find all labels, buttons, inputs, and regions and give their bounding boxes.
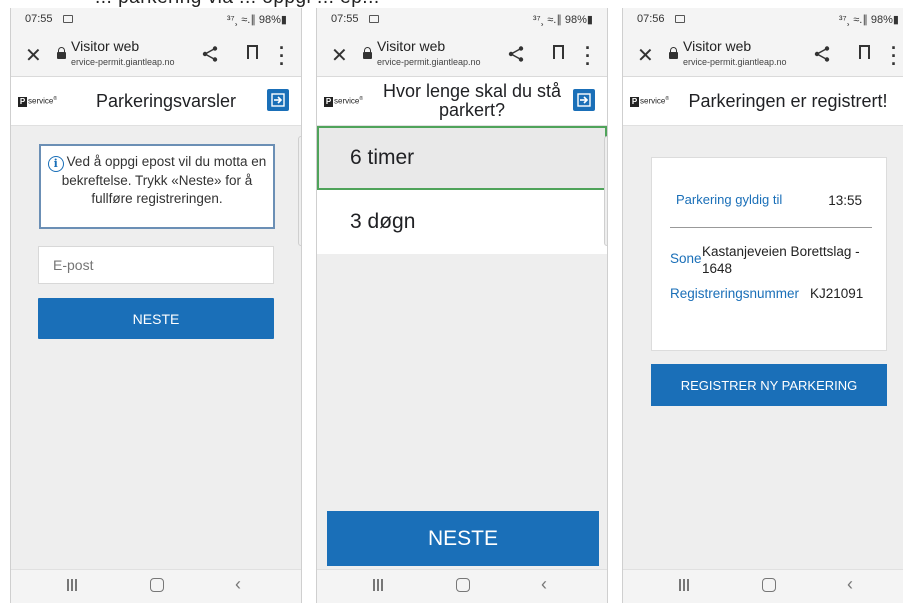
status-bar: 07:55 ³⁷¸ ≈.∥ 98%▮ (317, 8, 607, 32)
home-icon[interactable] (762, 578, 776, 592)
recent-apps-icon[interactable] (67, 579, 77, 591)
lock-icon (669, 47, 678, 59)
logout-button[interactable] (267, 89, 289, 111)
browser-title: Visitor web (683, 38, 752, 54)
status-time: 07:56 (637, 13, 665, 25)
register-new-parking-button[interactable]: REGISTRER NY PARKERING (651, 364, 887, 406)
pservice-logo: Pservice® (18, 96, 58, 107)
status-signal: ³⁷¸ ≈.∥ 98%▮ (838, 14, 899, 26)
page-title: Parkeringsvarsler (95, 90, 237, 111)
status-time: 07:55 (331, 13, 359, 25)
browser-url[interactable]: ervice-permit.giantleap.no (377, 57, 497, 67)
app-header: Pservice® Parkeringen er registrert! (623, 77, 903, 126)
browser-title: Visitor web (377, 38, 446, 54)
bookmark-icon[interactable] (247, 45, 258, 64)
browser-url[interactable]: ervice-permit.giantleap.no (683, 57, 803, 67)
parking-summary-card: Parkering gyldig til 13:55 Sone Kastanje… (651, 157, 887, 351)
app-header: Pservice® Parkeringsvarsler (11, 77, 301, 126)
share-icon[interactable] (507, 45, 525, 68)
next-button[interactable]: NESTE (38, 298, 274, 339)
status-bar: 07:55 ³⁷¸ ≈.∥ 98%▮ (11, 8, 301, 32)
image-notification-icon (63, 15, 73, 23)
back-icon[interactable]: ‹ (847, 574, 853, 595)
pservice-logo: Pservice® (324, 96, 364, 107)
zone-label: Sone (670, 251, 702, 266)
close-icon[interactable]: ✕ (331, 43, 348, 68)
registration-label: Registreringsnummer (670, 286, 800, 301)
divider (670, 227, 872, 228)
recent-apps-icon[interactable] (373, 579, 383, 591)
bookmark-icon[interactable] (553, 45, 564, 64)
status-time: 07:55 (25, 13, 53, 25)
info-icon: i (47, 156, 64, 172)
back-icon[interactable]: ‹ (235, 574, 241, 595)
share-icon[interactable] (813, 45, 831, 68)
phone-screen-1: 07:55 ³⁷¸ ≈.∥ 98%▮ ✕ Visitor web ervice-… (10, 8, 302, 603)
page-content: 6 timer 3 døgn NESTE (317, 126, 607, 571)
registration-value: KJ21091 (810, 286, 864, 301)
more-vert-icon[interactable]: · · · (891, 39, 897, 73)
info-box: i Ved å oppgi epost vil du motta en bekre… (39, 144, 275, 229)
status-signal: ³⁷¸ ≈.∥ 98%▮ (226, 14, 287, 26)
logout-icon (271, 93, 285, 107)
share-icon[interactable] (201, 45, 219, 68)
android-nav-bar: ‹ (317, 569, 607, 603)
image-notification-icon (369, 15, 379, 23)
duration-option-3-dogn[interactable]: 3 døgn (317, 190, 607, 254)
email-field[interactable] (38, 246, 274, 284)
android-nav-bar: ‹ (11, 569, 301, 603)
status-bar: 07:56 ³⁷¸ ≈.∥ 98%▮ (623, 8, 903, 32)
top-caption: ... parkering via ... oppgi ... ep... (0, 0, 903, 8)
home-icon[interactable] (150, 578, 164, 592)
phone-screen-2: 07:55 ³⁷¸ ≈.∥ 98%▮ ✕ Visitor web ervice-… (316, 8, 608, 603)
phone-screen-3: 07:56 ³⁷¸ ≈.∥ 98%▮ ✕ Visitor web ervice-… (622, 8, 903, 603)
close-icon[interactable]: ✕ (637, 43, 654, 68)
scroll-edge (604, 136, 607, 246)
valid-until-value: 13:55 (828, 193, 862, 208)
more-vert-icon[interactable]: · · · (279, 39, 285, 73)
lock-icon (363, 47, 372, 59)
info-text: Ved å oppgi epost vil du motta en bekref… (61, 154, 267, 206)
lock-icon (57, 47, 66, 59)
browser-bar: ✕ Visitor web ervice-permit.giantleap.no… (11, 32, 301, 77)
logout-icon (577, 93, 591, 107)
duration-option-6-timer[interactable]: 6 timer (317, 126, 607, 190)
caption-text: ... parkering via ... oppgi ... ep... (95, 0, 380, 8)
scroll-edge (298, 136, 301, 246)
browser-title: Visitor web (71, 38, 140, 54)
page-content: i Ved å oppgi epost vil du motta en bekre… (11, 126, 301, 571)
more-vert-icon[interactable]: · · · (585, 39, 591, 73)
app-header: Pservice® Hvor lenge skal du stå parkert… (317, 77, 607, 126)
browser-bar: ✕ Visitor web ervice-permit.giantleap.no… (623, 32, 903, 77)
android-nav-bar: ‹ (623, 569, 903, 603)
pservice-logo: Pservice® (630, 96, 670, 107)
next-button[interactable]: NESTE (327, 511, 599, 566)
browser-bar: ✕ Visitor web ervice-permit.giantleap.no… (317, 32, 607, 77)
page-content: Parkering gyldig til 13:55 Sone Kastanje… (623, 126, 903, 571)
bookmark-icon[interactable] (859, 45, 870, 64)
status-signal: ³⁷¸ ≈.∥ 98%▮ (532, 14, 593, 26)
home-icon[interactable] (456, 578, 470, 592)
page-title: Parkeringen er registrert! (688, 90, 888, 111)
browser-url[interactable]: ervice-permit.giantleap.no (71, 57, 191, 67)
valid-until-label: Parkering gyldig til (676, 192, 783, 207)
page-title: Hvor lenge skal du stå parkert? (382, 81, 562, 120)
zone-value: Kastanjeveien Borettslag - 1648 (702, 244, 860, 276)
close-icon[interactable]: ✕ (25, 43, 42, 68)
back-icon[interactable]: ‹ (541, 574, 547, 595)
logout-button[interactable] (573, 89, 595, 111)
image-notification-icon (675, 15, 685, 23)
recent-apps-icon[interactable] (679, 579, 689, 591)
